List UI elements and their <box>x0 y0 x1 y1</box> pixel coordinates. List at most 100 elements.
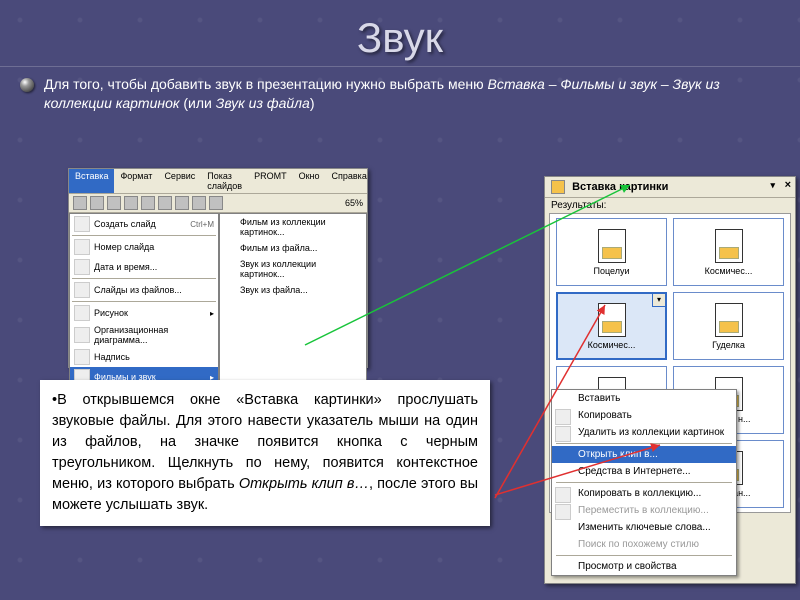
zoom-value[interactable]: 65% <box>345 198 363 208</box>
submenu-movie-collection[interactable]: Фильм из коллекции картинок... <box>220 214 366 240</box>
ctx-insert[interactable]: Вставить <box>552 390 736 407</box>
ctx-open-clip[interactable]: Открыть клип в... <box>552 446 736 463</box>
textbox-icon <box>74 349 90 365</box>
ctx-move-to-collection: Переместить в коллекцию... <box>552 502 736 519</box>
submenu-sound-collection[interactable]: Звук из коллекции картинок... <box>220 256 366 282</box>
sound-file-icon <box>715 229 743 263</box>
body-em: Открыть клип в… <box>239 476 369 492</box>
move-icon <box>555 504 571 520</box>
menu-promt[interactable]: PROMT <box>248 169 293 193</box>
menu-label: Дата и время... <box>94 262 157 272</box>
submenu-movie-file[interactable]: Фильм из файла... <box>220 240 366 256</box>
menu-format[interactable]: Формат <box>114 169 158 193</box>
ctx-edit-keywords[interactable]: Изменить ключевые слова... <box>552 519 736 536</box>
sound-file-icon <box>598 229 626 263</box>
intro-end: ) <box>310 95 315 111</box>
menu-label: Слайды из файлов... <box>94 285 182 295</box>
files-icon <box>74 282 90 298</box>
menu-help[interactable]: Справка <box>326 169 373 193</box>
intro-em2: Звук из файла <box>216 95 310 111</box>
menu-item-picture[interactable]: Рисунок ▸ <box>70 303 218 323</box>
ctx-preview-props[interactable]: Просмотр и свойства <box>552 558 736 575</box>
ctx-label: Вставить <box>578 393 620 404</box>
sound-file-icon <box>598 303 626 337</box>
menu-item-org-chart[interactable]: Организационная диаграмма... <box>70 323 218 347</box>
toolbar-icon[interactable] <box>141 196 155 210</box>
ctx-copy[interactable]: Копировать <box>552 407 736 424</box>
copy-icon <box>555 409 571 425</box>
clip-label: Поцелуи <box>593 266 629 276</box>
ctx-label: Средства в Интернете... <box>578 466 691 477</box>
ctx-label: Просмотр и свойства <box>578 561 677 572</box>
copy-to-icon <box>555 487 571 503</box>
chevron-down-icon[interactable]: ▾ <box>770 180 775 191</box>
picture-icon <box>74 305 90 321</box>
ctx-label: Переместить в коллекцию... <box>578 505 709 516</box>
pane-title: Вставка картинки <box>572 181 668 193</box>
date-icon <box>74 259 90 275</box>
pane-title-bar: Вставка картинки × ▾ <box>545 177 795 198</box>
clip-item[interactable]: Космичес... <box>673 218 784 286</box>
menu-item-caption[interactable]: Надпись <box>70 347 218 367</box>
toolbar-icon[interactable] <box>175 196 189 210</box>
intro-t1: Для того, чтобы добавить звук в презента… <box>44 76 487 92</box>
menu-tools[interactable]: Сервис <box>158 169 201 193</box>
menu-slideshow[interactable]: Показ слайдов <box>201 169 248 193</box>
menu-label: Создать слайд <box>94 219 156 229</box>
body-paragraph: •В открывшемся окне «Вставка картинки» п… <box>40 380 490 526</box>
toolbar-icon[interactable] <box>90 196 104 210</box>
screenshot-clipart-pane: Вставка картинки × ▾ Результаты: Поцелуи… <box>544 176 796 584</box>
toolbar: 65% <box>69 194 367 213</box>
slide-title: Звук <box>0 0 800 67</box>
menu-window[interactable]: Окно <box>293 169 326 193</box>
delete-icon <box>555 426 571 442</box>
menu-label: Номер слайда <box>94 242 154 252</box>
sound-file-icon <box>715 303 743 337</box>
intro-text: Для того, чтобы добавить звук в презента… <box>44 75 780 113</box>
intro-mid: (или <box>179 95 215 111</box>
chevron-right-icon: ▸ <box>210 309 214 318</box>
toolbar-icon[interactable] <box>73 196 87 210</box>
menu-item-slide-number[interactable]: Номер слайда <box>70 237 218 257</box>
ctx-label: Изменить ключевые слова... <box>578 522 711 533</box>
clip-label: Космичес... <box>705 266 753 276</box>
clip-item[interactable]: Гуделка <box>673 292 784 360</box>
shortcut: Ctrl+M <box>190 220 214 229</box>
ctx-similar-style: Поиск по похожему стилю <box>552 536 736 553</box>
clip-label: Космичес... <box>588 340 636 350</box>
ctx-label: Копировать в коллекцию... <box>578 488 701 499</box>
toolbar-icon[interactable] <box>158 196 172 210</box>
toolbar-icon[interactable] <box>209 196 223 210</box>
intro-row: Для того, чтобы добавить звук в презента… <box>0 75 800 113</box>
ctx-label: Открыть клип в... <box>578 449 658 460</box>
ctx-label: Поиск по похожему стилю <box>578 539 699 550</box>
ctx-tools-internet[interactable]: Средства в Интернете... <box>552 463 736 480</box>
ctx-label: Удалить из коллекции картинок <box>578 427 724 438</box>
clip-organizer-icon <box>551 180 565 194</box>
menu-label: Рисунок <box>94 308 128 318</box>
toolbar-icon[interactable] <box>107 196 121 210</box>
menu-item-slides-from-files[interactable]: Слайды из файлов... <box>70 280 218 300</box>
slide-number-icon <box>74 239 90 255</box>
toolbar-icon[interactable] <box>192 196 206 210</box>
bullet-sphere-icon <box>20 78 34 92</box>
results-label: Результаты: <box>545 198 795 213</box>
screenshot-insert-menu: Вставка Формат Сервис Показ слайдов PROM… <box>68 168 368 368</box>
menubar: Вставка Формат Сервис Показ слайдов PROM… <box>69 169 367 194</box>
clip-dropdown-icon[interactable]: ▾ <box>652 293 666 307</box>
clip-item[interactable]: Поцелуи <box>556 218 667 286</box>
new-slide-icon <box>74 216 90 232</box>
orgchart-icon <box>74 327 90 343</box>
close-icon[interactable]: × <box>785 179 791 191</box>
toolbar-icon[interactable] <box>124 196 138 210</box>
clip-label: Гуделка <box>712 340 745 350</box>
clip-item-selected[interactable]: Космичес... ▾ <box>556 292 667 360</box>
ctx-delete[interactable]: Удалить из коллекции картинок <box>552 424 736 441</box>
ctx-label: Копировать <box>578 410 632 421</box>
menu-item-date-time[interactable]: Дата и время... <box>70 257 218 277</box>
submenu-sound-file[interactable]: Звук из файла... <box>220 282 366 298</box>
menu-item-new-slide[interactable]: Создать слайд Ctrl+M <box>70 214 218 234</box>
menu-insert[interactable]: Вставка <box>69 169 114 193</box>
menu-label: Организационная диаграмма... <box>94 325 214 345</box>
ctx-copy-to-collection[interactable]: Копировать в коллекцию... <box>552 485 736 502</box>
